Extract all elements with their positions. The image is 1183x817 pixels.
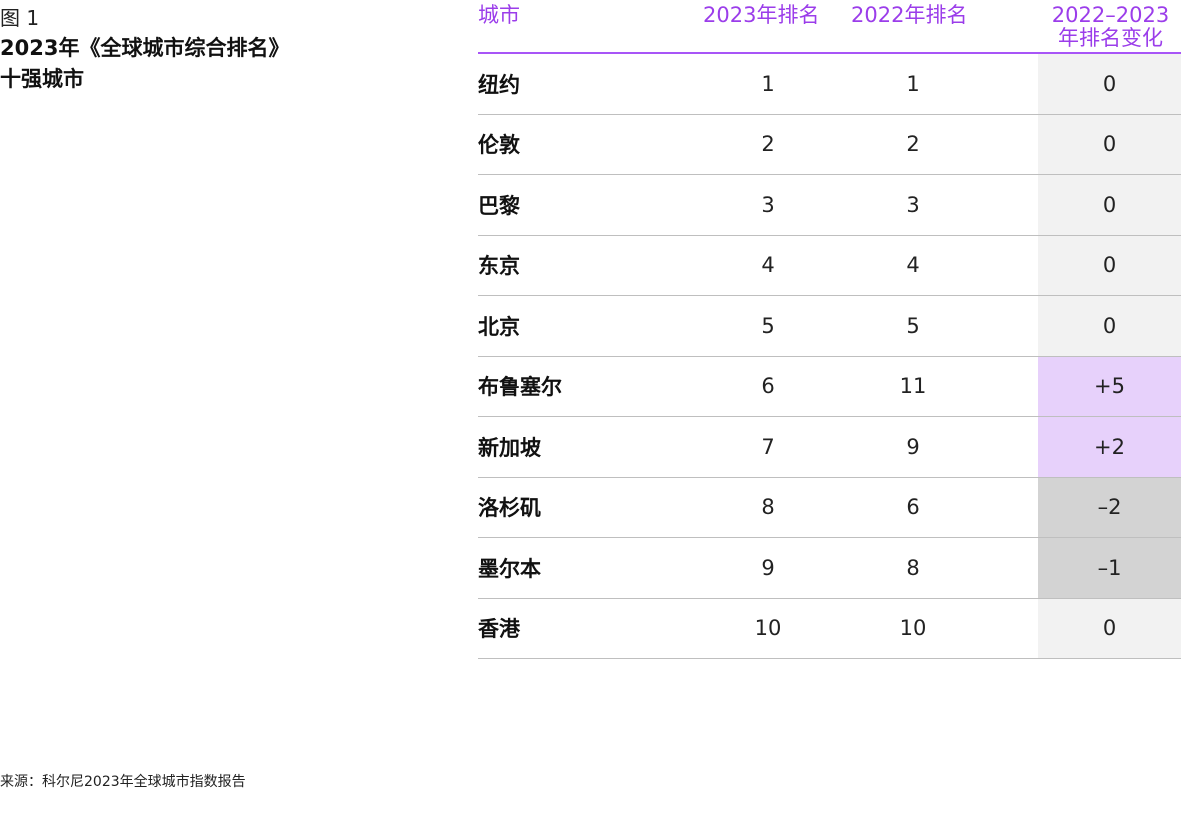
rank-2022: 9 — [906, 434, 920, 459]
city-name: 墨尔本 — [478, 556, 541, 581]
rank-2022: 2 — [906, 132, 920, 157]
source-note: 来源：科尔尼2023年全球城市指数报告 — [0, 774, 246, 790]
table-row: 香港 10 10 0 — [478, 598, 1181, 659]
table-row: 东京 4 4 0 — [478, 235, 1181, 296]
rank-change: 0 — [1038, 175, 1181, 235]
rank-2022: 3 — [906, 192, 920, 217]
city-name: 北京 — [478, 314, 520, 339]
rank-2023: 2 — [761, 132, 775, 157]
rank-change: 0 — [1038, 235, 1181, 295]
figure-label: 图 1 — [0, 6, 40, 30]
rank-2023: 1 — [761, 71, 775, 96]
city-name: 纽约 — [478, 72, 520, 97]
rank-change: 0 — [1038, 296, 1181, 356]
city-name: 布鲁塞尔 — [478, 375, 562, 400]
rank-2022: 8 — [906, 555, 920, 580]
table-row: 洛杉矶 8 6 –2 — [478, 477, 1181, 538]
table-header: 城市 2023年排名 2022年排名 2022–2023 年排名变化 — [478, 0, 1181, 54]
table-row: 巴黎 3 3 0 — [478, 175, 1181, 236]
city-name: 洛杉矶 — [478, 496, 541, 521]
table-row: 新加坡 7 9 +2 — [478, 417, 1181, 478]
rank-2022: 1 — [906, 71, 920, 96]
header-rank-2023: 2023年排名 — [703, 3, 820, 27]
header-rank-change-line-2: 年排名变化 — [1058, 26, 1163, 50]
city-name: 伦敦 — [478, 133, 520, 158]
rank-2023: 10 — [754, 616, 782, 641]
rank-change: 0 — [1038, 54, 1181, 114]
rank-2022: 6 — [906, 495, 920, 520]
header-rank-2022: 2022年排名 — [851, 3, 968, 27]
header-rank-change: 2022–2023 年排名变化 — [1040, 4, 1181, 50]
rank-2023: 3 — [761, 192, 775, 217]
city-name: 巴黎 — [478, 193, 520, 218]
figure-title: 2023年《全球城市综合排名》 十强城市 — [0, 33, 380, 95]
figure-title-line-1: 2023年《全球城市综合排名》 — [0, 36, 290, 60]
figure-title-line-2: 十强城市 — [0, 67, 84, 91]
table-row: 北京 5 5 0 — [478, 296, 1181, 357]
header-rank-change-line-1: 2022–2023 — [1051, 3, 1170, 27]
rank-change: 0 — [1038, 598, 1181, 658]
city-name: 东京 — [478, 254, 520, 279]
rank-2022: 4 — [906, 253, 920, 278]
rank-change: –2 — [1038, 477, 1181, 537]
rank-2023: 4 — [761, 253, 775, 278]
table-row: 伦敦 2 2 0 — [478, 114, 1181, 175]
rank-2023: 7 — [761, 434, 775, 459]
rank-2023: 8 — [761, 495, 775, 520]
rank-2023: 5 — [761, 313, 775, 338]
rank-change: –1 — [1038, 538, 1181, 598]
rank-change: +5 — [1038, 356, 1181, 416]
rank-2022: 5 — [906, 313, 920, 338]
rank-change: +2 — [1038, 417, 1181, 477]
rank-2022: 10 — [899, 616, 927, 641]
table-row: 纽约 1 1 0 — [478, 54, 1181, 115]
city-name: 香港 — [478, 617, 520, 642]
header-city: 城市 — [478, 3, 520, 27]
ranking-table: 城市 2023年排名 2022年排名 2022–2023 年排名变化 纽约 1 … — [478, 0, 1181, 659]
rank-2023: 9 — [761, 555, 775, 580]
city-name: 新加坡 — [478, 435, 541, 460]
rank-2023: 6 — [761, 374, 775, 399]
rank-change: 0 — [1038, 114, 1181, 174]
rank-2022: 11 — [899, 374, 927, 399]
table-row: 布鲁塞尔 6 11 +5 — [478, 356, 1181, 417]
table-row: 墨尔本 9 8 –1 — [478, 538, 1181, 599]
